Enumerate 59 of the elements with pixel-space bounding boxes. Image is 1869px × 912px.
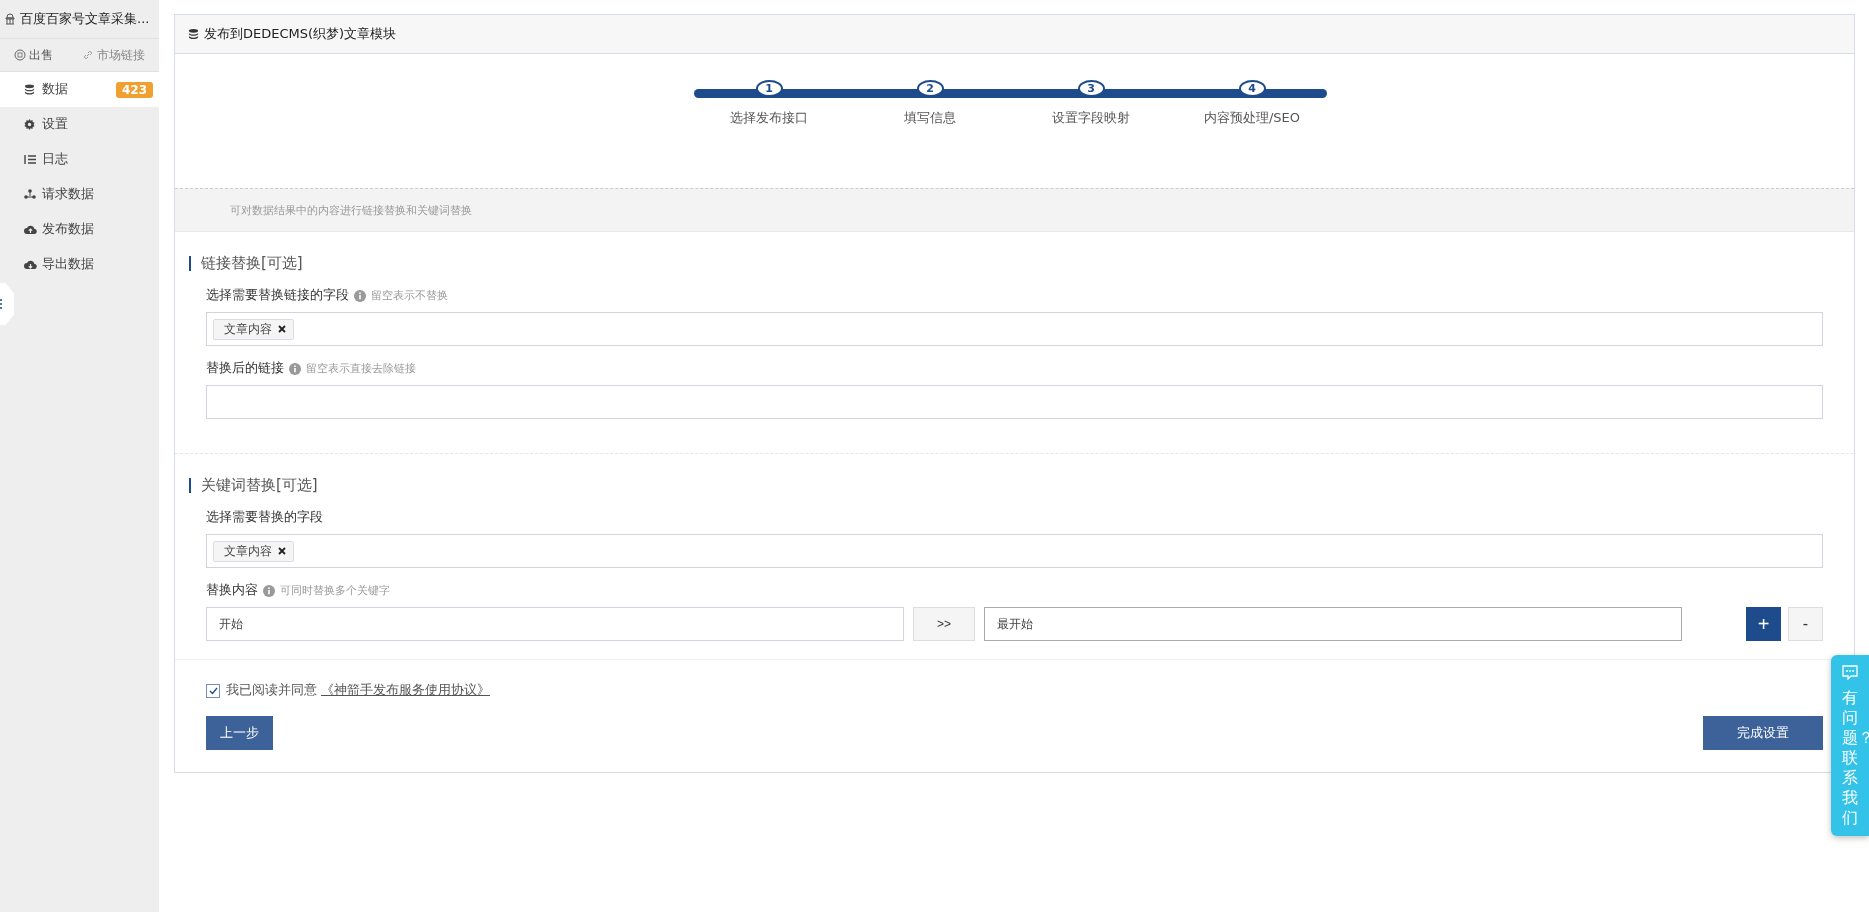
remove-icon[interactable] bbox=[278, 325, 286, 333]
step-label: 内容预处理/SEO bbox=[1203, 109, 1301, 127]
field-label: 选择需要替换的字段 bbox=[206, 509, 323, 526]
plugin-icon bbox=[4, 13, 16, 25]
step-number: 1 bbox=[755, 80, 783, 97]
finish-button[interactable]: 完成设置 bbox=[1703, 716, 1823, 750]
add-button[interactable]: + bbox=[1746, 607, 1781, 641]
tag-select-field[interactable]: 文章内容 bbox=[206, 534, 1823, 568]
step-number: 2 bbox=[916, 80, 944, 97]
remove-button[interactable]: - bbox=[1788, 607, 1823, 641]
step-number: 3 bbox=[1077, 80, 1105, 97]
checkbox[interactable] bbox=[206, 683, 220, 698]
step-label: 选择发布接口 bbox=[730, 109, 808, 127]
arrow-button[interactable]: >> bbox=[913, 607, 975, 641]
field-hint: 留空表示不替换 bbox=[371, 288, 448, 303]
sell-link[interactable]: 出售 bbox=[14, 46, 54, 64]
tag-select-field[interactable]: 文章内容 bbox=[206, 312, 1823, 346]
sidebar-item[interactable]: 日志 bbox=[0, 142, 159, 177]
agreement-link[interactable]: 《神箭手发布服务使用协议》 bbox=[321, 682, 490, 699]
field-label: 替换后的链接 bbox=[206, 360, 284, 377]
settings-icon bbox=[24, 119, 35, 130]
sidebar-item[interactable]: 设置 bbox=[0, 107, 159, 142]
sidebar-item[interactable]: 发布数据 bbox=[0, 212, 159, 247]
cloud-download-icon bbox=[24, 259, 37, 270]
notice-text: 可对数据结果中的内容进行链接替换和关键词替换 bbox=[230, 202, 472, 218]
database-icon bbox=[24, 84, 35, 95]
tag-label: 文章内容 bbox=[224, 543, 272, 559]
count-badge: 423 bbox=[115, 81, 153, 98]
step-label: 设置字段映射 bbox=[1052, 109, 1130, 127]
step-label: 填写信息 bbox=[904, 109, 956, 127]
field-hint: 可同时替换多个关键字 bbox=[280, 583, 390, 598]
field-label: 替换内容 bbox=[206, 582, 258, 599]
input-field[interactable]: 开始 bbox=[206, 607, 904, 641]
step-number: 4 bbox=[1238, 80, 1266, 97]
section-title: 链接替换[可选] bbox=[189, 256, 1823, 271]
nodes-icon bbox=[24, 189, 36, 200]
input-field[interactable] bbox=[206, 385, 1823, 419]
panel-title: 发布到DEDECMS(织梦)文章模块 bbox=[204, 25, 397, 43]
list-icon bbox=[24, 154, 36, 165]
database-icon bbox=[188, 28, 199, 40]
sidebar-item[interactable]: 数据 423 bbox=[0, 72, 159, 107]
input-field[interactable]: 最开始 bbox=[984, 607, 1682, 641]
coin-icon bbox=[14, 49, 27, 61]
info-icon bbox=[263, 584, 275, 597]
sidebar-item[interactable]: 导出数据 bbox=[0, 247, 159, 282]
chat-icon bbox=[1842, 665, 1858, 680]
field-hint: 留空表示直接去除链接 bbox=[306, 361, 416, 376]
sidebar-item[interactable]: 请求数据 bbox=[0, 177, 159, 212]
link-icon bbox=[81, 49, 94, 61]
tag-label: 文章内容 bbox=[224, 321, 272, 337]
app-title: 百度百家号文章采集... bbox=[20, 10, 150, 28]
cloud-upload-icon bbox=[24, 224, 37, 235]
info-icon bbox=[289, 362, 301, 375]
previous-button[interactable]: 上一步 bbox=[206, 716, 273, 750]
info-icon bbox=[354, 289, 366, 302]
section-title: 关键词替换[可选] bbox=[189, 478, 1823, 493]
agreement-text: 我已阅读并同意 bbox=[226, 682, 317, 699]
field-label: 选择需要替换链接的字段 bbox=[206, 287, 349, 304]
remove-icon[interactable] bbox=[278, 547, 286, 555]
